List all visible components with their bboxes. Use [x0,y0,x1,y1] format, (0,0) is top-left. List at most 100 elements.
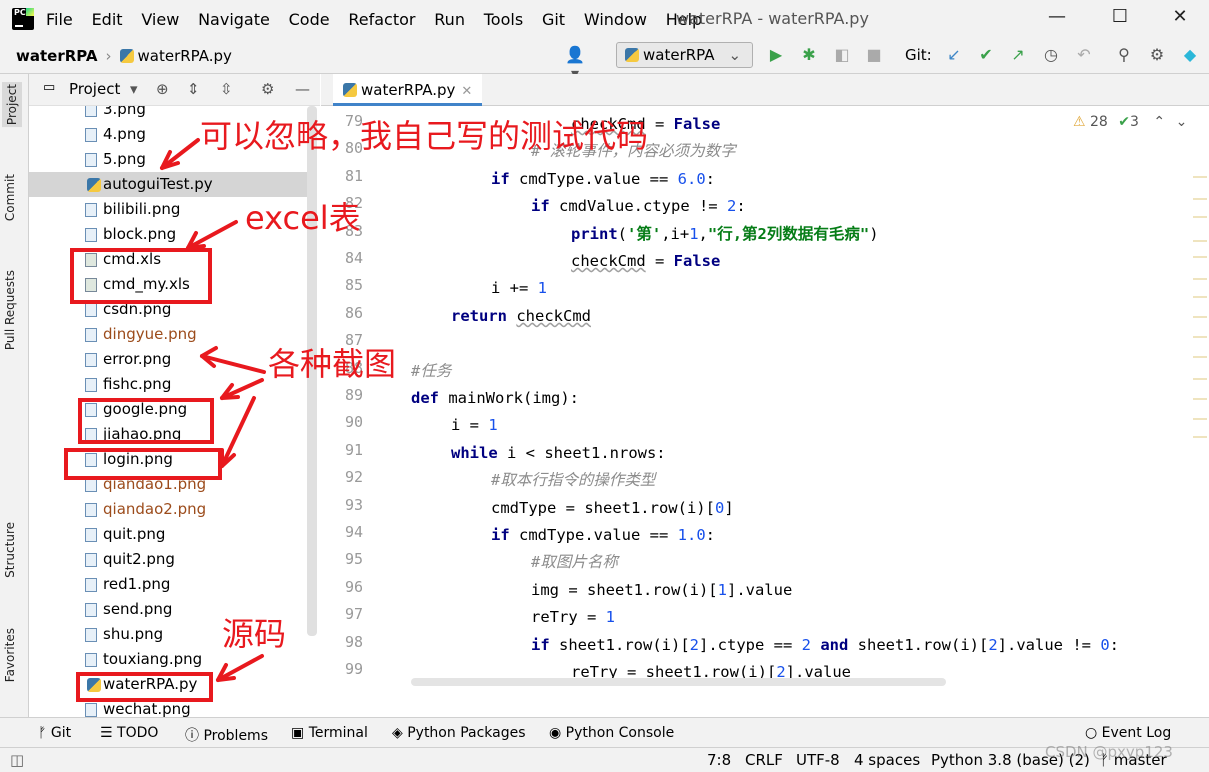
git-commit-icon[interactable]: ✔ [974,45,998,64]
git-branch-icon: ᚠ [38,725,51,741]
settings-gear-icon[interactable]: ⚙ [1145,45,1169,64]
close-tab-icon[interactable]: ✕ [461,84,472,99]
layout-toggle-icon[interactable]: ◫ [10,751,24,769]
breadcrumb-separator-icon: › [105,46,112,65]
warning-marker[interactable] [1193,336,1207,338]
tool-terminal[interactable]: ▣ Terminal [291,725,368,741]
line-number: 98 [344,632,363,651]
collapse-all-icon[interactable]: ⇳ [220,80,233,98]
jetbrains-toolbox-icon[interactable]: ◆ [1178,45,1202,64]
history-icon[interactable]: ◷ [1039,45,1063,64]
warning-marker[interactable] [1193,278,1207,280]
tree-item[interactable]: quit.png [29,522,310,547]
warning-marker[interactable] [1193,240,1207,242]
warning-marker[interactable] [1193,256,1207,258]
expand-all-icon[interactable]: ⇕ [187,80,200,98]
tool-pull-requests[interactable]: Pull Requests [3,270,17,350]
tree-item[interactable]: red1.png [29,572,310,597]
tool-commit[interactable]: Commit [3,174,17,221]
warning-marker[interactable] [1193,176,1207,178]
warning-marker[interactable] [1193,398,1207,400]
tree-item[interactable]: quit2.png [29,547,310,572]
menu-edit[interactable]: Edit [92,10,123,29]
prev-highlight-icon[interactable]: ⌃ [1153,114,1165,130]
git-push-icon[interactable]: ↗ [1006,45,1030,64]
breadcrumb-project[interactable]: waterRPA [16,47,98,65]
editor-vertical-scrollbar[interactable] [1191,106,1209,686]
line-number: 91 [344,440,363,459]
menu-view[interactable]: View [141,10,179,29]
rollback-icon[interactable]: ↶ [1072,45,1096,64]
close-button[interactable]: ✕ [1160,6,1200,27]
tool-project[interactable]: Project [2,82,22,128]
next-highlight-icon[interactable]: ⌄ [1176,114,1188,130]
image-file-icon [85,578,97,592]
warning-marker[interactable] [1193,418,1207,420]
menu-file[interactable]: File [46,10,73,29]
line-number: 86 [344,303,363,322]
tool-python-console[interactable]: ◉ Python Console [549,725,674,741]
project-title[interactable]: Project [69,80,120,98]
locate-icon[interactable]: ⊕ [156,80,169,98]
debug-icon[interactable]: ✱ [797,45,821,64]
warning-marker[interactable] [1193,436,1207,438]
warning-marker[interactable] [1193,296,1207,298]
caret-position[interactable]: 7:8 [707,751,731,769]
gear-icon[interactable]: ⚙ [261,80,274,98]
menu-tools[interactable]: Tools [484,10,523,29]
code-editor[interactable]: checkCmd = False # 滚轮事件，内容必须为数字 if cmdType… [411,106,1191,686]
code-line: i = 1 [451,416,498,435]
menu-refactor[interactable]: Refactor [348,10,415,29]
tool-structure[interactable]: Structure [3,522,17,578]
run-config-label: waterRPA [643,46,715,64]
project-dropdown-icon[interactable]: ▾ [130,80,138,98]
minimize-button[interactable]: — [1037,6,1077,27]
indent-setting[interactable]: 4 spaces [854,751,920,769]
tool-todo[interactable]: ☰ TODO [100,725,158,741]
warning-marker[interactable] [1193,198,1207,200]
line-separator[interactable]: CRLF [745,751,783,769]
tool-event-log[interactable]: ○ Event Log [1085,725,1171,741]
code-line: if cmdValue.ctype != 2: [531,197,746,216]
menu-code[interactable]: Code [289,10,330,29]
hide-panel-icon[interactable]: — [295,80,310,98]
tree-item-label: 5.png [103,150,146,168]
tree-item-label: fishc.png [103,375,172,393]
tree-item-label: quit2.png [103,550,175,568]
tool-python-packages[interactable]: ◈ Python Packages [392,725,526,741]
tool-git[interactable]: ᚠ Git [38,725,71,741]
tool-python-packages-label: Python Packages [407,725,526,741]
tool-problems[interactable]: ⓘ Problems [185,725,268,745]
python-file-icon [87,178,101,192]
run-configuration-select[interactable]: waterRPA ⌄ [616,42,753,68]
list-icon: ☰ [100,725,118,741]
tree-item-label: touxiang.png [103,650,203,668]
menu-git[interactable]: Git [542,10,565,29]
line-number: 93 [344,495,363,514]
warning-marker[interactable] [1193,316,1207,318]
project-view-icon: ▭ [43,80,56,95]
coverage-icon[interactable]: ◧ [830,45,854,64]
tool-favorites[interactable]: Favorites [3,628,17,682]
inspection-widget[interactable]: ⚠ 28 ✔3 ⌃ ⌄ [1073,114,1187,130]
tree-item[interactable]: autoguiTest.py [29,172,310,197]
menu-run[interactable]: Run [434,10,465,29]
code-line: checkCmd = False [571,252,721,270]
editor-horizontal-scrollbar[interactable] [411,678,946,686]
file-encoding[interactable]: UTF-8 [796,751,840,769]
git-update-icon[interactable]: ↙ [942,45,966,64]
tab-label: waterRPA.py [361,81,456,99]
menu-window[interactable]: Window [584,10,647,29]
menu-navigate[interactable]: Navigate [198,10,270,29]
stop-icon[interactable]: ■ [862,45,886,64]
warning-marker[interactable] [1193,216,1207,218]
warning-icon: ⚠ [1073,114,1086,130]
breadcrumb-file[interactable]: waterRPA.py [119,47,232,65]
search-icon[interactable]: ⚲ [1112,45,1136,64]
run-icon[interactable]: ▶ [764,45,788,64]
maximize-button[interactable]: ☐ [1100,6,1140,27]
warning-marker[interactable] [1193,378,1207,380]
tree-item[interactable]: qiandao2.png [29,497,310,522]
warning-marker[interactable] [1193,356,1207,358]
tab-waterrpa[interactable]: waterRPA.py ✕ [333,74,483,106]
